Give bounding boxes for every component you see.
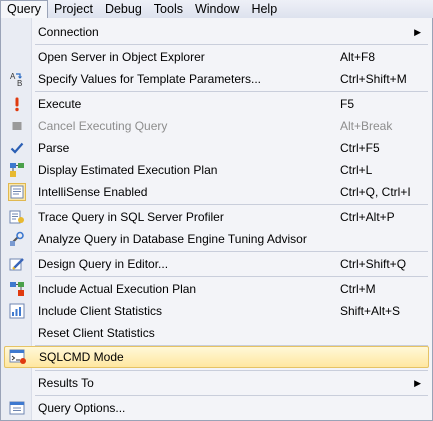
menu-separator [35, 44, 428, 45]
menu-item-analyze-query-tuning-advisor[interactable]: Analyze Query in Database Engine Tuning … [4, 228, 429, 250]
menu-item-label: Reset Client Statistics [38, 326, 155, 340]
menu-item-label: Analyze Query in Database Engine Tuning … [38, 232, 307, 246]
menu-item-shortcut: Alt+F8 [340, 50, 376, 64]
menu-item-label: Include Actual Execution Plan [38, 282, 197, 296]
submenu-arrow-icon: ▶ [414, 377, 421, 388]
menu-separator [35, 276, 428, 277]
menu-help[interactable]: Help [245, 0, 283, 18]
client-stats-icon [4, 300, 30, 322]
menu-bar: Query Project Debug Tools Window Help [0, 0, 433, 19]
menu-item-shortcut: Ctrl+Q, Ctrl+I [340, 185, 411, 199]
menu-item-include-actual-plan[interactable]: Include Actual Execution Plan Ctrl+M [4, 278, 429, 300]
tuning-advisor-icon [4, 228, 30, 250]
parse-check-icon [4, 137, 30, 159]
sqlcmd-icon [5, 346, 31, 368]
svg-text:A: A [10, 72, 16, 81]
menu-item-shortcut: F5 [340, 97, 355, 111]
menu-item-label: Design Query in Editor... [38, 257, 169, 271]
menu-item-cancel-executing-query: Cancel Executing Query Alt+Break [4, 115, 429, 137]
menu-item-results-to[interactable]: Results To ▶ [4, 372, 429, 394]
query-options-icon [4, 397, 30, 419]
menu-item-shortcut: Ctrl+M [340, 282, 376, 296]
menu-query[interactable]: Query [0, 0, 49, 18]
menu-item-reset-client-statistics[interactable]: Reset Client Statistics [4, 322, 429, 344]
menu-item-shortcut: Shift+Alt+S [340, 304, 401, 318]
intellisense-icon [4, 181, 30, 203]
menu-item-label: Execute [38, 97, 82, 111]
menu-item-label: SQLCMD Mode [39, 350, 124, 364]
menu-item-parse[interactable]: Parse Ctrl+F5 [4, 137, 429, 159]
cancel-icon [4, 115, 30, 137]
menu-item-design-query-in-editor[interactable]: Design Query in Editor... Ctrl+Shift+Q [4, 253, 429, 275]
design-query-icon [4, 253, 30, 275]
menu-project[interactable]: Project [48, 0, 99, 18]
menu-item-display-estimated-plan[interactable]: Display Estimated Execution Plan Ctrl+L [4, 159, 429, 181]
menu-window[interactable]: Window [189, 0, 245, 18]
menu-item-sqlcmd-mode[interactable]: SQLCMD Mode [4, 346, 429, 368]
menu-item-shortcut: Ctrl+Shift+Q [340, 257, 407, 271]
menu-item-label: IntelliSense Enabled [38, 185, 148, 199]
actual-plan-icon [4, 278, 30, 300]
menu-item-shortcut: Ctrl+F5 [340, 141, 380, 155]
menu-item-label: Query Options... [38, 401, 126, 415]
menu-item-label: Results To [38, 376, 94, 390]
menu-debug[interactable]: Debug [99, 0, 148, 18]
menu-item-label: Specify Values for Template Parameters..… [38, 72, 261, 86]
query-dropdown-menu: Connection ▶ Open Server in Object Explo… [0, 18, 433, 421]
menu-item-include-client-statistics[interactable]: Include Client Statistics Shift+Alt+S [4, 300, 429, 322]
menu-item-shortcut: Ctrl+Alt+P [340, 210, 395, 224]
execute-icon [4, 93, 30, 115]
menu-item-execute[interactable]: Execute F5 [4, 93, 429, 115]
menu-item-label: Open Server in Object Explorer [38, 50, 205, 64]
menu-item-label: Parse [38, 141, 70, 155]
execution-plan-icon [4, 159, 30, 181]
menu-item-open-server[interactable]: Open Server in Object Explorer Alt+F8 [4, 46, 429, 68]
menu-item-label: Cancel Executing Query [38, 119, 168, 133]
menu-item-connection[interactable]: Connection ▶ [4, 21, 429, 43]
menu-item-specify-template-values[interactable]: AB Specify Values for Template Parameter… [4, 68, 429, 90]
menu-item-query-options[interactable]: Query Options... [4, 397, 429, 419]
menu-separator [35, 251, 428, 252]
menu-separator [35, 370, 428, 371]
template-params-icon: AB [4, 68, 30, 90]
submenu-arrow-icon: ▶ [414, 26, 421, 37]
menu-item-label: Trace Query in SQL Server Profiler [38, 210, 224, 224]
menu-tools[interactable]: Tools [148, 0, 189, 18]
menu-item-label: Display Estimated Execution Plan [38, 163, 218, 177]
menu-item-shortcut: Ctrl+Shift+M [340, 72, 407, 86]
menu-item-shortcut: Ctrl+L [340, 163, 373, 177]
menu-separator [35, 395, 428, 396]
svg-text:B: B [17, 79, 22, 87]
profiler-icon [4, 206, 30, 228]
menu-separator [35, 91, 428, 92]
menu-item-intellisense-enabled[interactable]: IntelliSense Enabled Ctrl+Q, Ctrl+I [4, 181, 429, 203]
menu-item-trace-query-profiler[interactable]: Trace Query in SQL Server Profiler Ctrl+… [4, 206, 429, 228]
menu-item-label: Connection [38, 25, 99, 39]
menu-item-shortcut: Alt+Break [340, 119, 393, 133]
menu-item-label: Include Client Statistics [38, 304, 163, 318]
menu-separator [35, 204, 428, 205]
